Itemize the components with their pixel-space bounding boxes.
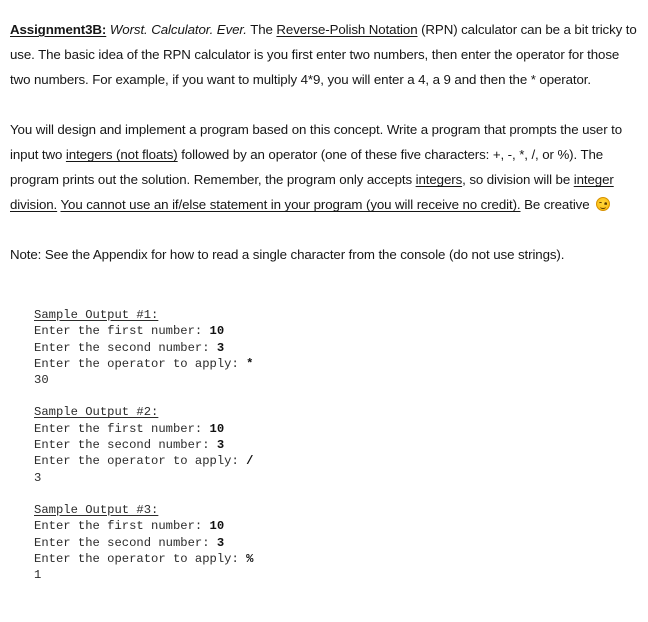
console-prompt-text: 1 xyxy=(34,568,42,583)
assignment-document-page: Assignment3B: Worst. Calculator. Ever. T… xyxy=(0,0,648,622)
console-prompt-text: Enter the operator to apply: xyxy=(34,356,247,371)
console-prompt-text: 3 xyxy=(34,470,42,485)
sample-output-line: Enter the second number: 3 xyxy=(34,340,454,356)
sample-output-line: Enter the second number: 3 xyxy=(34,535,454,551)
sample-output-line: 1 xyxy=(34,567,454,583)
design-segment-9: Be creative xyxy=(520,197,594,213)
sample-output-title: Sample Output #3: xyxy=(34,502,159,517)
sample-output-line: Enter the first number: 10 xyxy=(34,518,454,534)
sample-output-title: Sample Output #1: xyxy=(34,308,159,322)
console-prompt-text: Enter the first number: xyxy=(34,519,210,534)
console-user-input: / xyxy=(246,454,254,469)
console-prompt-text: Enter the second number: xyxy=(34,535,217,550)
console-user-input: 3 xyxy=(216,535,225,550)
sample-output-block: Sample Output #1: Enter the first number:… xyxy=(34,307,454,388)
smiling-face-emoji xyxy=(596,197,611,212)
console-prompt-text: Enter the operator to apply: xyxy=(34,454,247,469)
sample-output-block: Sample Output #3: Enter the first number:… xyxy=(34,502,454,583)
integers-term: integers xyxy=(415,172,463,188)
intro-text-before-rpn: The xyxy=(246,22,277,38)
console-prompt-text: Enter the second number: xyxy=(34,340,217,355)
console-prompt-text: Enter the first number: xyxy=(34,324,210,339)
sample-output-line: Enter the first number: 10 xyxy=(34,421,454,437)
sample-output-line: 30 xyxy=(34,372,454,388)
assignment-title: Assignment3B: xyxy=(10,22,107,38)
sample-output-line: Enter the operator to apply: / xyxy=(34,453,454,469)
intro-paragraph: Assignment3B: Worst. Calculator. Ever. T… xyxy=(10,17,638,92)
sample-output-line: Enter the first number: 10 xyxy=(34,323,454,339)
sample-output-line: Enter the operator to apply: * xyxy=(34,356,454,372)
sample-output-line: Enter the second number: 3 xyxy=(34,437,454,453)
note-paragraph: Note: See the Appendix for how to read a… xyxy=(10,247,565,263)
sample-output-block: Sample Output #2: Enter the first number:… xyxy=(34,404,454,485)
console-prompt-text: Enter the operator to apply: xyxy=(34,551,247,566)
console-user-input: 10 xyxy=(209,324,225,339)
console-prompt-text: 30 xyxy=(34,373,49,388)
assignment-subtitle: Worst. Calculator. Ever. xyxy=(109,22,247,38)
no-ifelse-restriction: You cannot use an if/else statement in y… xyxy=(60,197,521,213)
rpn-term: Reverse-Polish Notation xyxy=(276,22,418,38)
console-prompt-text: Enter the second number: xyxy=(34,438,217,453)
console-user-input: % xyxy=(246,551,254,566)
integers-not-floats-term: integers (not floats) xyxy=(65,147,178,163)
console-user-input: 3 xyxy=(216,438,225,453)
console-user-input: 3 xyxy=(216,340,225,355)
sample-output-section: Sample Output #1: Enter the first number:… xyxy=(34,307,454,583)
design-segment-5: , so division will be xyxy=(462,172,574,188)
console-user-input: 10 xyxy=(209,519,225,534)
console-user-input: 10 xyxy=(209,421,225,436)
sample-output-line: Enter the operator to apply: % xyxy=(34,551,454,567)
design-paragraph: You will design and implement a program … xyxy=(10,117,638,217)
sample-output-title: Sample Output #2: xyxy=(34,405,159,420)
console-user-input: * xyxy=(246,356,254,371)
sample-output-line: 3 xyxy=(34,470,454,486)
console-prompt-text: Enter the first number: xyxy=(34,421,210,436)
